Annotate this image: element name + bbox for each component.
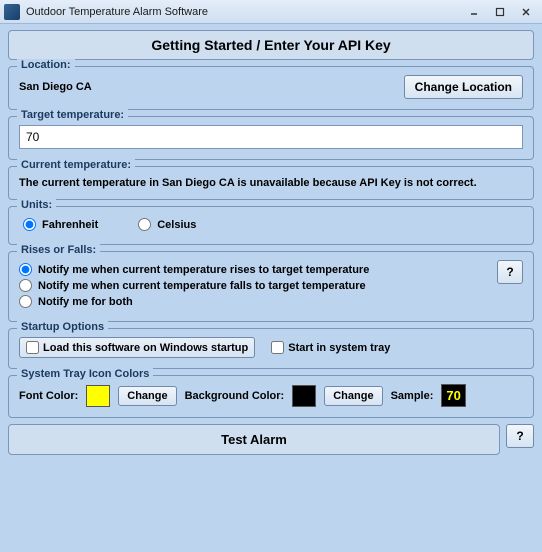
target-temp-group: Target temperature: bbox=[8, 116, 534, 160]
start-in-tray-checkbox[interactable] bbox=[271, 341, 284, 354]
location-legend: Location: bbox=[17, 59, 75, 71]
close-button[interactable] bbox=[514, 4, 538, 20]
sample-label: Sample: bbox=[391, 390, 434, 402]
rises-legend: Rises or Falls: bbox=[17, 244, 100, 256]
notify-rise-label: Notify me when current temperature rises… bbox=[38, 264, 369, 276]
app-icon bbox=[4, 4, 20, 20]
location-value: San Diego CA bbox=[19, 81, 396, 93]
tray-colors-legend: System Tray Icon Colors bbox=[17, 368, 153, 380]
bg-color-label: Background Color: bbox=[185, 390, 285, 402]
help-button[interactable]: ? bbox=[506, 424, 534, 448]
units-group: Units: Fahrenheit Celsius bbox=[8, 206, 534, 245]
change-font-color-button[interactable]: Change bbox=[118, 386, 176, 406]
change-location-button[interactable]: Change Location bbox=[404, 75, 523, 99]
units-legend: Units: bbox=[17, 199, 56, 211]
test-alarm-button[interactable]: Test Alarm bbox=[8, 424, 500, 455]
maximize-button[interactable] bbox=[488, 4, 512, 20]
start-in-tray-label: Start in system tray bbox=[288, 342, 390, 354]
minimize-button[interactable] bbox=[462, 4, 486, 20]
load-on-startup-label: Load this software on Windows startup bbox=[43, 342, 248, 354]
fahrenheit-label: Fahrenheit bbox=[42, 219, 98, 231]
getting-started-button[interactable]: Getting Started / Enter Your API Key bbox=[8, 30, 534, 60]
target-legend: Target temperature: bbox=[17, 109, 128, 121]
tray-colors-group: System Tray Icon Colors Font Color: Chan… bbox=[8, 375, 534, 418]
notify-fall-label: Notify me when current temperature falls… bbox=[38, 280, 366, 292]
celsius-radio[interactable] bbox=[138, 218, 151, 231]
rises-falls-group: Rises or Falls: Notify me when current t… bbox=[8, 251, 534, 322]
notify-both-label: Notify me for both bbox=[38, 296, 133, 308]
change-bg-color-button[interactable]: Change bbox=[324, 386, 382, 406]
fahrenheit-radio[interactable] bbox=[23, 218, 36, 231]
font-color-label: Font Color: bbox=[19, 390, 78, 402]
startup-group: Startup Options Load this software on Wi… bbox=[8, 328, 534, 369]
bg-color-swatch bbox=[292, 385, 316, 407]
notify-fall-radio[interactable] bbox=[19, 279, 32, 292]
startup-legend: Startup Options bbox=[17, 321, 108, 333]
notify-rise-radio[interactable] bbox=[19, 263, 32, 276]
window-title: Outdoor Temperature Alarm Software bbox=[26, 6, 460, 18]
load-on-startup-checkbox[interactable] bbox=[26, 341, 39, 354]
notify-both-radio[interactable] bbox=[19, 295, 32, 308]
current-status-text: The current temperature in San Diego CA … bbox=[19, 175, 523, 189]
target-temp-input[interactable] bbox=[19, 125, 523, 149]
celsius-label: Celsius bbox=[157, 219, 196, 231]
current-temp-group: Current temperature: The current tempera… bbox=[8, 166, 534, 200]
titlebar: Outdoor Temperature Alarm Software bbox=[0, 0, 542, 24]
font-color-swatch bbox=[86, 385, 110, 407]
rises-help-button[interactable]: ? bbox=[497, 260, 523, 284]
sample-preview: 70 bbox=[441, 384, 465, 407]
current-legend: Current temperature: bbox=[17, 159, 135, 171]
location-group: Location: San Diego CA Change Location bbox=[8, 66, 534, 110]
